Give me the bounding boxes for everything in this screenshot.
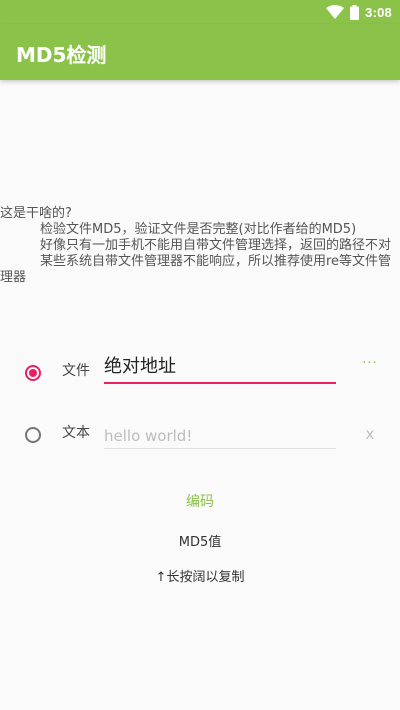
clear-icon[interactable]: x (362, 424, 378, 444)
status-icons: 3:08 (326, 3, 392, 21)
more-icon[interactable]: ··· (358, 354, 382, 374)
status-bar: 3:08 (0, 0, 400, 24)
wifi-icon (326, 5, 345, 19)
app-title: MD5检测 (16, 43, 107, 67)
description-line: 某些系统自带文件管理器不能响应，所以推荐使用re等文件管理器 (0, 254, 392, 285)
md5-result[interactable]: MD5值 (0, 531, 400, 550)
text-input[interactable] (104, 424, 336, 449)
copy-hint: ↑长按阔以复制 (155, 570, 245, 585)
file-path-field[interactable]: 绝对地址 (104, 354, 336, 384)
file-option-label: 文件 (62, 363, 90, 379)
encode-button[interactable]: 编码 (170, 488, 230, 516)
file-radio-button[interactable] (25, 365, 41, 381)
battery-icon (350, 4, 360, 20)
description-block: 这是干啥的? 检验文件MD5，验证文件是否完整(对比作者给的MD5) 好像只有一… (0, 206, 394, 286)
description-line: 好像只有一加手机不能用自带文件管理选择，返回的路径不对 (40, 238, 392, 253)
text-radio-button[interactable] (25, 427, 41, 443)
radio-checked-dot (29, 369, 37, 377)
text-option-label: 文本 (62, 425, 90, 441)
file-option-row: 文件 绝对地址 ··· (0, 346, 400, 402)
description-heading: 这是干啥的? (0, 206, 72, 221)
app-bar: MD5检测 (0, 24, 400, 80)
clock: 3:08 (365, 4, 392, 20)
text-option-row: 文本 x (0, 408, 400, 464)
description-line: 检验文件MD5，验证文件是否完整(对比作者给的MD5) (40, 222, 357, 237)
